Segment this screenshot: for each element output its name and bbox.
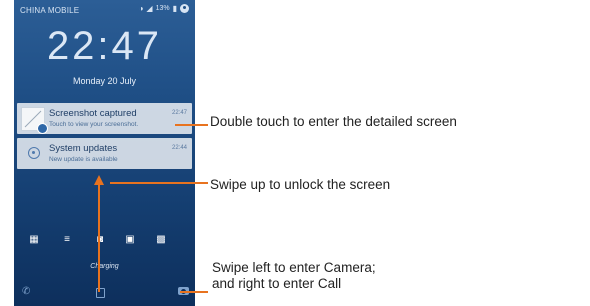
- user-avatar-icon[interactable]: [180, 4, 189, 13]
- battery-icon: ▮: [172, 4, 177, 13]
- battery-percent: 13%: [155, 5, 170, 12]
- status-bar: CHINA MOBILE ◑ ◢ 13% ▮: [14, 0, 195, 18]
- notification-subtitle: New update is available: [49, 156, 118, 163]
- camera-shortcut-icon[interactable]: ◙: [94, 234, 106, 246]
- contact-icon[interactable]: ▣: [124, 234, 136, 246]
- callout-camera-line1: Swipe left to enter Camera;: [212, 260, 376, 275]
- lock-date: Monday 20 July: [72, 76, 137, 86]
- notification-time: 22:44: [171, 145, 187, 151]
- phone-call-icon[interactable]: ✆: [22, 286, 30, 297]
- signal-icon: ◢: [146, 4, 153, 13]
- callout-unlock: Swipe up to unlock the screen: [210, 177, 391, 192]
- status-icons: ◑ ◢ 13% ▮: [139, 4, 189, 13]
- notification-screenshot[interactable]: Screenshot captured Touch to view your s…: [17, 103, 192, 134]
- calculator-icon[interactable]: ▦: [28, 234, 40, 246]
- callout-detail: Double touch to enter the detailed scree…: [210, 114, 457, 129]
- vibrate-icon: ◑: [138, 4, 144, 13]
- lock-clock: 22:47: [46, 24, 163, 68]
- charging-status: Charging: [90, 263, 119, 270]
- notification-system-updates[interactable]: System updates New update is available 2…: [17, 138, 192, 169]
- callout-camera: Swipe left to enter Camera; and right to…: [212, 260, 376, 292]
- callout-camera-line2: and right to enter Call: [212, 276, 342, 291]
- notification-time: 22:47: [171, 110, 187, 116]
- notification-title: System updates: [49, 143, 118, 154]
- qr-scan-icon[interactable]: ▩: [155, 234, 167, 246]
- screenshot-thumbnail-icon: [21, 107, 48, 134]
- notification-title: Screenshot captured: [49, 108, 137, 119]
- carrier-label: CHINA MOBILE: [20, 6, 80, 15]
- camera-icon[interactable]: [178, 287, 189, 295]
- shortcut-bar: ▦ ≡ ◙ ▣ ▩: [14, 234, 195, 248]
- system-update-icon: [28, 147, 40, 159]
- screenshot-badge-icon: [37, 123, 48, 134]
- notification-subtitle: Touch to view your screenshot.: [49, 121, 139, 128]
- music-icon[interactable]: ≡: [61, 234, 73, 246]
- unlock-handle-icon[interactable]: [96, 288, 105, 298]
- phone-screen: CHINA MOBILE ◑ ◢ 13% ▮ 22:47 Monday 20 J…: [14, 0, 195, 306]
